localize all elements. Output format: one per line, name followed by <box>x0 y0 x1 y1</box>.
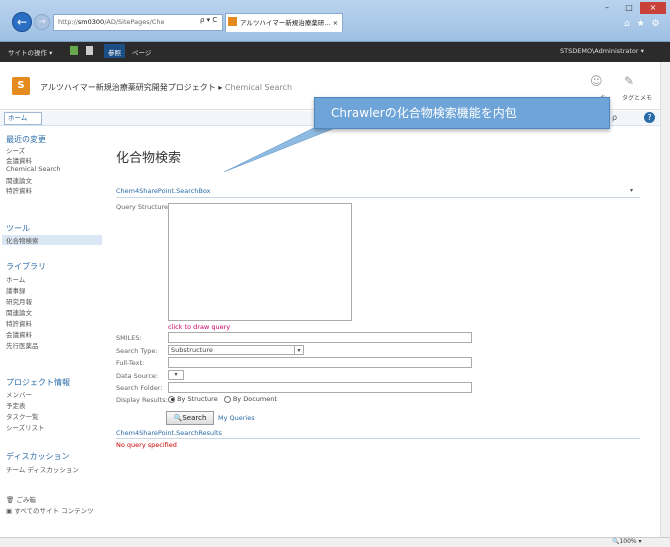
sidebar-item-all-content[interactable]: ▣ すべてのサイト コンテンツ <box>6 505 94 515</box>
recycle-bin-label: ごみ箱 <box>16 496 36 504</box>
query-structure-label: Query Structure: <box>116 203 171 211</box>
webpart-menu-icon[interactable]: ▾ <box>630 187 633 194</box>
display-results-options: By Structure By Document <box>168 395 277 403</box>
sidebar-item-lib-monthly[interactable]: 研究月報 <box>6 296 32 306</box>
status-bar <box>0 537 670 547</box>
webpart-divider <box>116 197 640 198</box>
display-results-label: Display Results: <box>116 396 168 404</box>
like-it-icon[interactable]: ☺ <box>590 74 603 88</box>
results-webpart-title[interactable]: Chem4SharePoint.SearchResults <box>116 429 222 437</box>
sidebar-item-tasks[interactable]: タスク一覧 <box>6 411 39 421</box>
sidebar-item-team-discussion[interactable]: チーム ディスカッション <box>6 464 79 474</box>
sidebar-head-project[interactable]: プロジェクト情報 <box>6 377 70 388</box>
search-button[interactable]: 🔍Search <box>166 411 214 425</box>
sidebar-item-lib-home[interactable]: ホーム <box>6 274 25 284</box>
by-structure-radio[interactable] <box>168 395 175 403</box>
sidebar-item-patents[interactable]: 特許資料 <box>6 185 32 195</box>
tags-notes-label[interactable]: タグとメモ <box>622 93 652 102</box>
structure-drawing-canvas[interactable] <box>168 203 352 321</box>
address-prefix: http:// <box>58 18 78 26</box>
back-button[interactable]: ← <box>12 12 32 32</box>
search-folder-input[interactable] <box>168 382 472 393</box>
search-type-value: Substructure <box>171 346 213 354</box>
smiles-input[interactable] <box>168 332 472 343</box>
chevron-down-icon: ▾ <box>294 346 303 354</box>
sidebar-head-discussion[interactable]: ディスカッション <box>6 451 69 462</box>
no-query-message: No query specified <box>116 441 177 449</box>
sidebar-item-compound-search[interactable]: 化合物検索 <box>2 235 102 245</box>
sidebar-head-recent[interactable]: 最近の変更 <box>6 134 46 145</box>
search-type-select[interactable]: Substructure ▾ <box>168 345 304 355</box>
sidebar-item-lib-patents[interactable]: 特許資料 <box>6 318 32 328</box>
tab-page[interactable]: ページ <box>132 47 151 57</box>
tab-browse[interactable]: 参照 <box>104 44 125 58</box>
page-title: 化合物検索 <box>116 151 182 166</box>
address-path: /AD/SitePages/Che <box>104 18 165 26</box>
site-title-link[interactable]: アルツハイマー新規治療薬研究開発プロジェクト <box>40 83 216 92</box>
tags-notes-icon[interactable]: ✎ <box>624 74 634 88</box>
site-actions-menu[interactable]: サイトの操作 ▾ <box>8 47 52 57</box>
data-source-label: Data Source: <box>116 372 159 380</box>
help-icon[interactable]: ? <box>644 112 655 123</box>
search-type-label: Search Type: <box>116 347 158 355</box>
sidebar-item-chemical-search[interactable]: Chemical Search <box>6 165 61 173</box>
by-document-label: By Document <box>232 395 277 403</box>
page-scrollbar[interactable] <box>660 62 670 537</box>
sidebar-item-seeds-list[interactable]: シーズリスト <box>6 422 45 432</box>
draw-query-link[interactable]: click to draw query <box>168 323 230 331</box>
tab-favicon-icon <box>228 17 237 26</box>
site-logo-icon: S <box>12 77 30 95</box>
search-scope-icon[interactable]: ρ <box>612 113 617 122</box>
my-queries-link[interactable]: My Queries <box>218 414 255 422</box>
smiles-label: SMILES: <box>116 334 142 342</box>
sidebar-item-meeting[interactable]: 会議資料 <box>6 155 32 165</box>
search-folder-label: Search Folder: <box>116 384 163 392</box>
sidebar-item-lib-drugs[interactable]: 先行医薬品 <box>6 340 39 350</box>
callout-annotation: Chrawlerの化合物検索機能を内包 <box>314 97 610 129</box>
sidebar-item-lib-meeting[interactable]: 会議資料 <box>6 329 32 339</box>
sidebar-item-recycle-bin[interactable]: 🗑 ごみ箱 <box>6 494 36 504</box>
all-content-icon: ▣ <box>6 507 15 515</box>
minimize-button[interactable]: – <box>596 2 618 14</box>
forward-button[interactable]: → <box>34 14 50 30</box>
edit-page-icon[interactable] <box>86 46 93 55</box>
browser-toolbar-icons[interactable]: ⌂ ★ ⚙ <box>624 19 662 29</box>
search-button-label: Search <box>182 414 207 422</box>
forward-arrow-icon: → <box>38 17 46 27</box>
close-window-button[interactable]: × <box>640 2 666 14</box>
sharepoint-ribbon: サイトの操作 ▾ 参照 ページ STSDEMO\Administrator ▾ <box>0 42 670 62</box>
sidebar-item-members[interactable]: メンバー <box>6 389 32 399</box>
sidebar-item-papers[interactable]: 関連論文 <box>6 175 32 185</box>
sidebar-item-lib-minutes[interactable]: 議事録 <box>6 285 26 295</box>
fulltext-input[interactable] <box>168 357 472 368</box>
back-arrow-icon: ← <box>16 15 28 29</box>
all-content-label: すべてのサイト コンテンツ <box>14 507 94 515</box>
sidebar-head-tools[interactable]: ツール <box>6 223 30 234</box>
sidebar-item-seeds[interactable]: シーズ <box>6 145 25 155</box>
sidebar-item-lib-papers[interactable]: 関連論文 <box>6 307 32 317</box>
recycle-bin-icon: 🗑 <box>6 496 17 504</box>
by-structure-label: By Structure <box>177 395 218 403</box>
address-bar[interactable]: http://sm0300/AD/SitePages/Che <box>53 14 223 31</box>
fulltext-label: Full-Text: <box>116 359 145 367</box>
sidebar-item-calendar[interactable]: 予定表 <box>6 400 26 410</box>
sidebar-head-library[interactable]: ライブラリ <box>6 261 46 272</box>
by-document-radio[interactable] <box>223 395 231 403</box>
breadcrumb-separator: ▸ <box>218 83 223 92</box>
breadcrumb-current: Chemical Search <box>224 83 293 92</box>
data-source-select[interactable]: ▾ <box>168 370 184 380</box>
user-menu[interactable]: STSDEMO\Administrator ▾ <box>560 47 644 55</box>
address-host: sm0300 <box>77 18 105 26</box>
maximize-button[interactable]: □ <box>618 2 640 14</box>
browser-tab[interactable]: アルツハイマー新規治療薬研... × <box>225 13 343 32</box>
navigate-up-icon[interactable] <box>70 46 78 55</box>
chevron-down-icon: ▾ <box>174 371 178 378</box>
address-controls[interactable]: ρ ▾ C <box>200 16 217 24</box>
site-title: アルツハイマー新規治療薬研究開発プロジェクト ▸ Chemical Search <box>40 82 292 93</box>
nav-home-tab[interactable]: ホーム <box>4 112 42 125</box>
tab-title: アルツハイマー新規治療薬研... × <box>240 19 339 27</box>
results-divider <box>116 438 640 439</box>
zoom-control[interactable]: 🔍100% ▾ <box>612 538 642 545</box>
searchbox-webpart-title[interactable]: Chem4SharePoint.SearchBox <box>116 187 211 195</box>
